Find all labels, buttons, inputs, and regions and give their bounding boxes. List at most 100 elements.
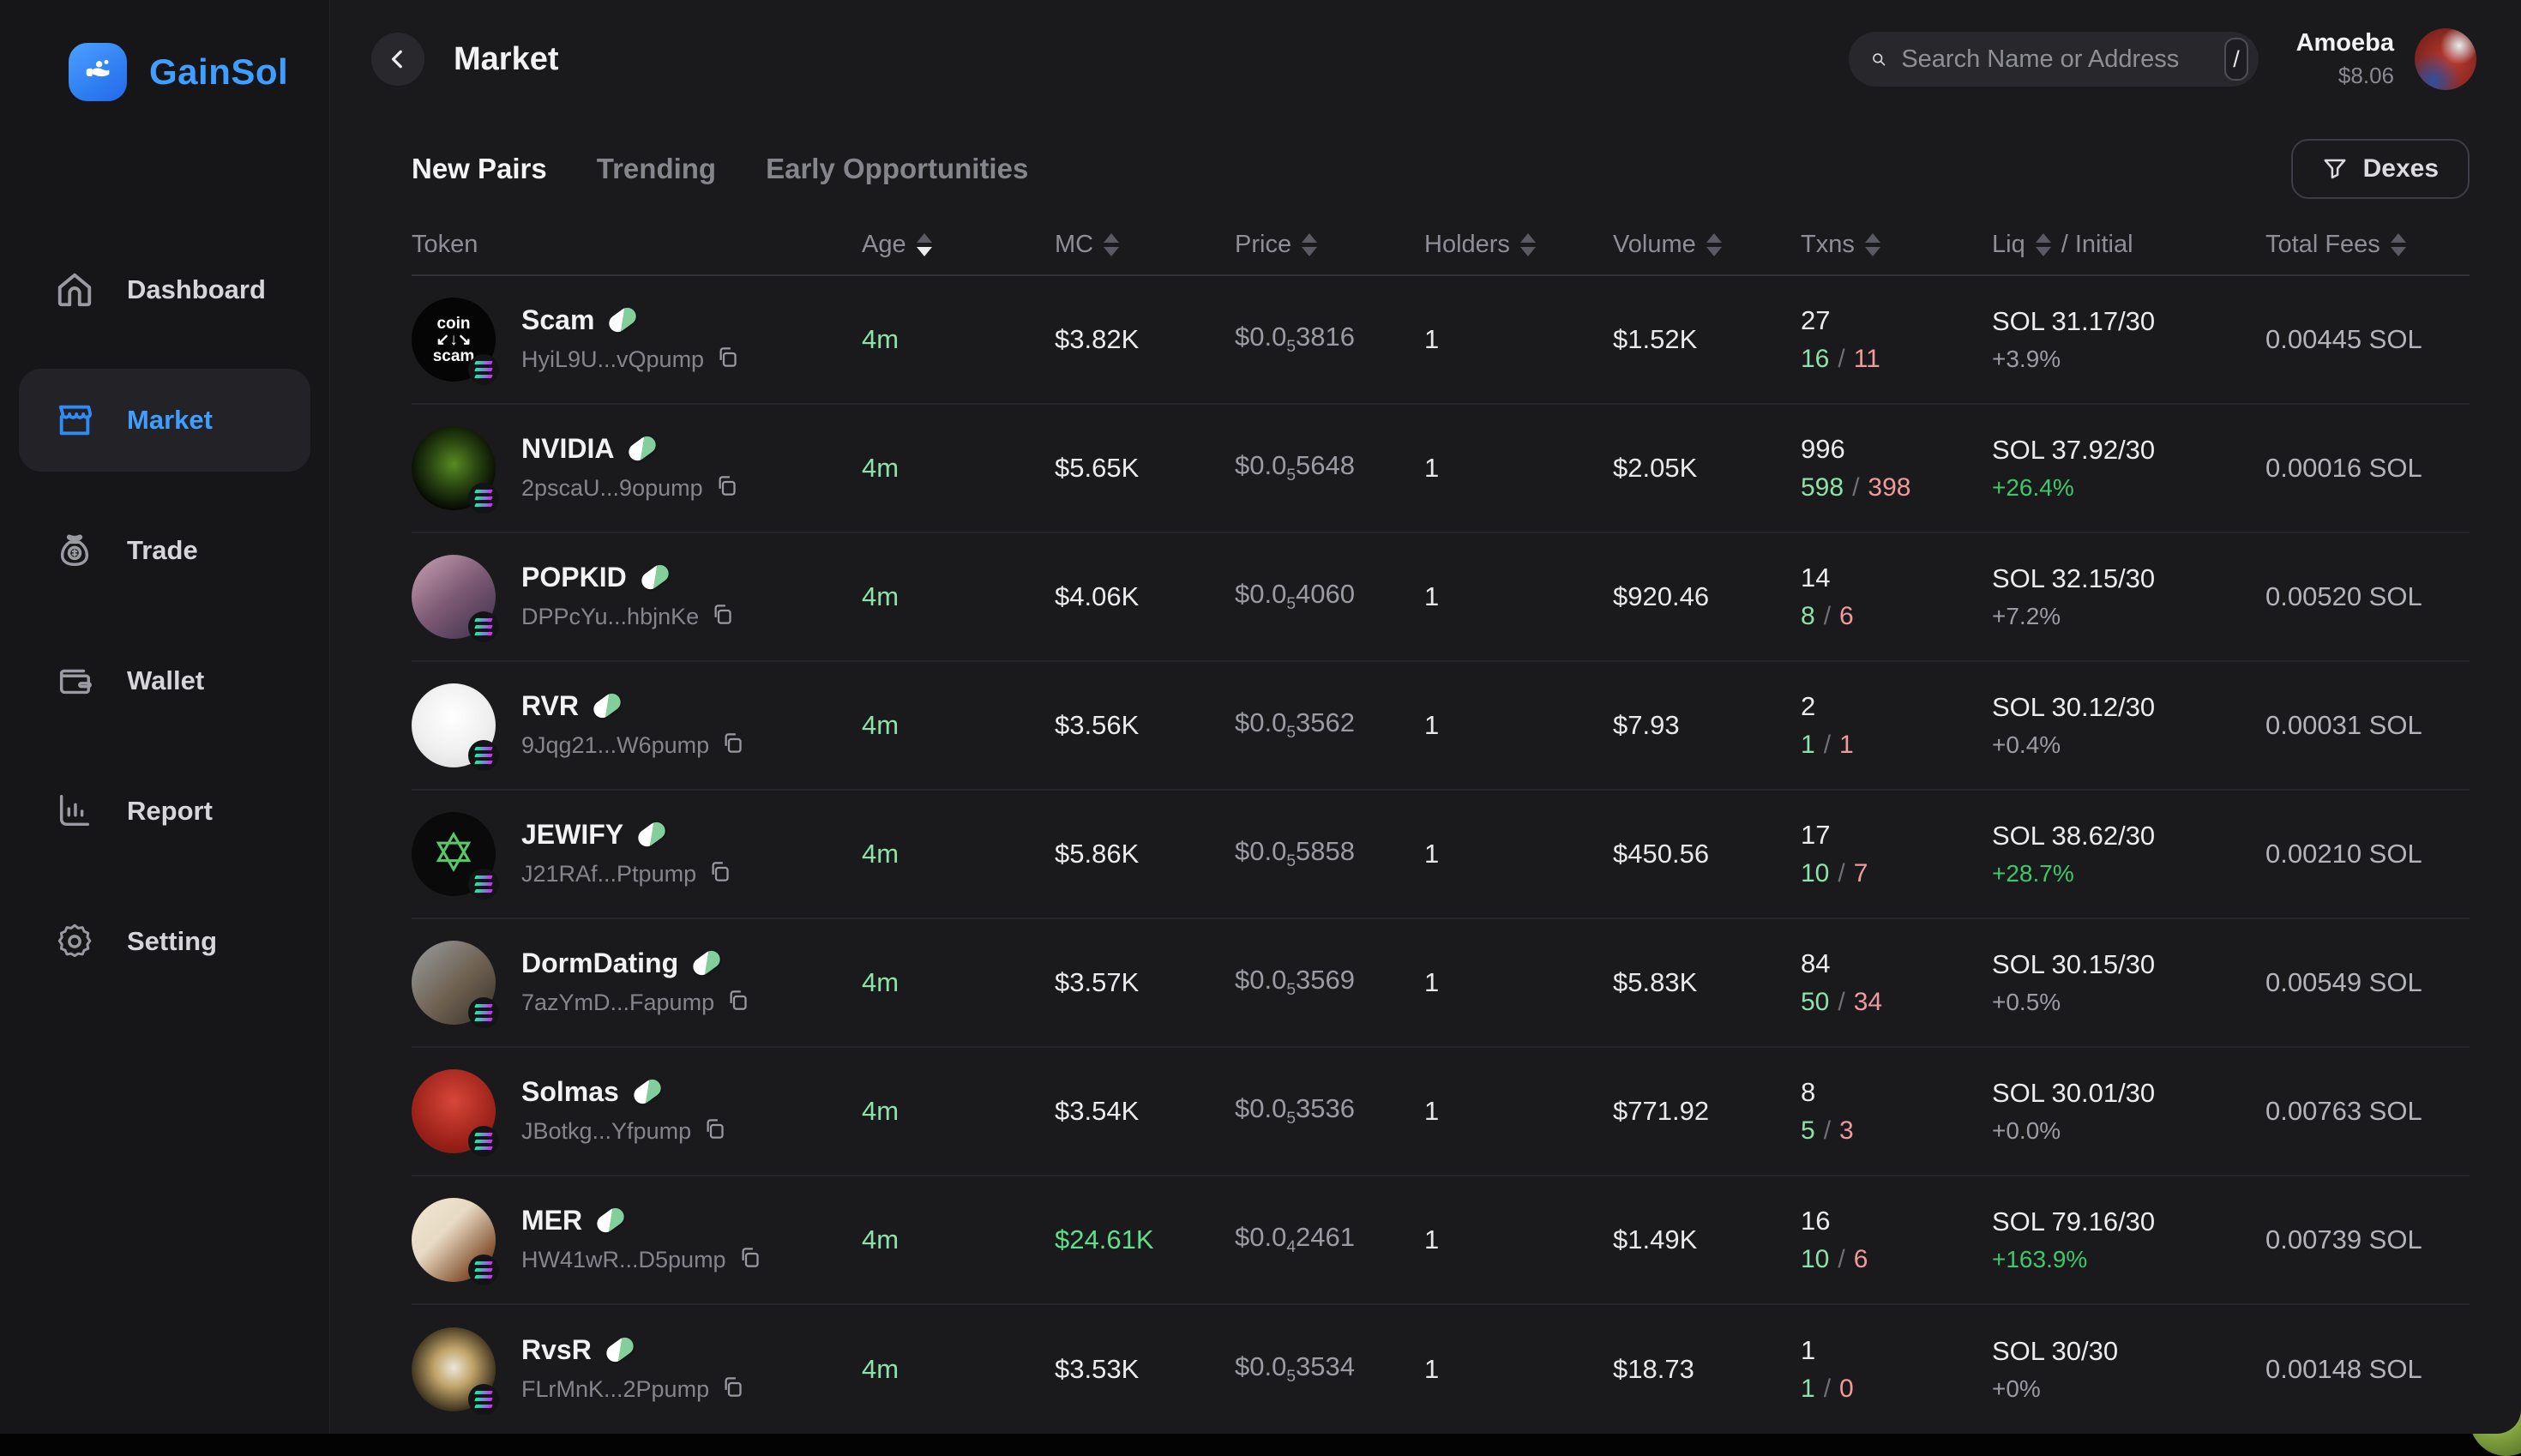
fees-cell: 0.00739 SOL [2265,1224,2470,1255]
age-cell: 4m [862,453,1055,484]
token-name: JEWIFY [521,819,623,851]
sidebar-item-setting[interactable]: Setting [19,890,310,993]
sidebar-item-dashboard[interactable]: Dashboard [19,238,310,341]
age-cell: 4m [862,1096,1055,1127]
copy-icon[interactable] [715,473,738,504]
solana-badge-icon [468,1254,499,1285]
mc-cell: $3.54K [1055,1096,1235,1127]
liq-cell: SOL 79.16/30+163.9% [1992,1206,2265,1273]
volume-cell: $771.92 [1613,1096,1801,1127]
sidebar-item-trade[interactable]: Trade [19,499,310,602]
app-name: GainSol [149,51,288,93]
txns-cell: 996598/398 [1801,434,1992,502]
sort-icon [2391,233,2406,256]
copy-icon[interactable] [738,1245,761,1276]
table-row[interactable]: coin ↙↓↘ scam Scam HyiL9U...vQpump 4m $3… [412,276,2470,405]
col-header-price[interactable]: Price [1235,231,1424,259]
fees-cell: 0.00016 SOL [2265,453,2470,484]
copy-icon[interactable] [703,1116,726,1147]
sidebar-item-wallet[interactable]: Wallet [19,629,310,732]
txns-cell: 85/3 [1801,1077,1992,1146]
app-logo[interactable]: GainSol [19,43,310,101]
age-cell: 4m [862,1224,1055,1255]
holders-cell: 1 [1424,710,1613,741]
sidebar-item-label: Setting [127,926,217,957]
copy-icon[interactable] [721,731,744,761]
col-header-mc[interactable]: MC [1055,231,1235,259]
search-input[interactable] [1901,45,2224,74]
table-header-row: Token Age MC Price Holders Volume Txns L… [412,214,2470,276]
fees-cell: 0.00763 SOL [2265,1096,2470,1127]
age-cell: 4m [862,581,1055,612]
token-name: RvsR [521,1334,592,1366]
tab-new-pairs[interactable]: New Pairs [412,153,547,185]
token-name: RVR [521,690,579,722]
user-info: Amoeba $8.06 [2296,29,2394,89]
table-row[interactable]: MER HW41wR...D5pump 4m $24.61K $0.042461… [412,1176,2470,1305]
txns-cell: 8450/34 [1801,948,1992,1017]
token-name: MER [521,1205,582,1236]
col-header-liq-initial[interactable]: Liq/ Initial [1992,231,2265,259]
search-bar[interactable]: / [1849,32,2259,87]
fees-cell: 0.00148 SOL [2265,1354,2470,1385]
fees-cell: 0.00031 SOL [2265,710,2470,741]
solana-badge-icon [468,1384,499,1415]
token-avatar [412,683,496,767]
table-row[interactable]: DormDating 7azYmD...Fapump 4m $3.57K $0.… [412,919,2470,1048]
copy-icon[interactable] [726,988,749,1019]
mc-cell: $3.82K [1055,324,1235,355]
col-header-holders[interactable]: Holders [1424,231,1613,259]
money-bag-icon [55,531,94,570]
liq-cell: SOL 31.17/30+3.9% [1992,306,2265,373]
tab-early-opportunities[interactable]: Early Opportunities [766,153,1028,185]
sidebar-item-market[interactable]: Market [19,369,310,472]
token-address: DPPcYu...hbjnKe [521,604,699,630]
liq-cell: SOL 37.92/30+26.4% [1992,435,2265,502]
token-name: POPKID [521,562,627,593]
home-icon [55,270,94,310]
table-row[interactable]: Solmas JBotkg...Yfpump 4m $3.54K $0.0535… [412,1048,2470,1176]
holders-cell: 1 [1424,1354,1613,1385]
table-row[interactable]: ✡ JEWIFY J21RAf...Ptpump 4m $5.86K $0.05… [412,791,2470,919]
token-name: Solmas [521,1076,619,1108]
age-cell: 4m [862,839,1055,869]
table-row[interactable]: POPKID DPPcYu...hbjnKe 4m $4.06K $0.0540… [412,533,2470,662]
user-balance: $8.06 [2296,63,2394,89]
copy-icon[interactable] [721,1375,744,1405]
solana-badge-icon [468,740,499,771]
copy-icon[interactable] [716,345,739,376]
volume-cell: $920.46 [1613,581,1801,612]
age-cell: 4m [862,1354,1055,1385]
dexes-filter-button[interactable]: Dexes [2291,139,2470,199]
holders-cell: 1 [1424,1096,1613,1127]
copy-icon[interactable] [711,602,734,633]
holders-cell: 1 [1424,453,1613,484]
table-row[interactable]: RVR 9Jqg21...W6pump 4m $3.56K $0.053562 … [412,662,2470,791]
fees-cell: 0.00210 SOL [2265,839,2470,869]
col-header-txns[interactable]: Txns [1801,231,1992,259]
col-header-total-fees[interactable]: Total Fees [2265,231,2470,259]
top-bar: Market / Amoeba $8.06 [330,0,2521,118]
copy-icon[interactable] [708,859,731,890]
sidebar-item-report[interactable]: Report [19,760,310,863]
user-avatar[interactable] [2415,28,2476,90]
mc-cell: $5.65K [1055,453,1235,484]
tab-trending[interactable]: Trending [597,153,716,185]
sort-icon [1520,233,1536,256]
desktop-stage: GainSol Dashboard Market Trade Wallet Re… [0,0,2521,1434]
table-row[interactable]: RvsR FLrMnK...2Ppump 4m $3.53K $0.053534… [412,1305,2470,1434]
slash-shortcut-key: / [2224,38,2247,81]
sidebar-item-label: Trade [127,535,198,566]
table-row[interactable]: NVIDIA 2pscaU...9opump 4m $5.65K $0.0556… [412,405,2470,533]
pump-pill-icon [638,562,671,593]
col-header-volume[interactable]: Volume [1613,231,1801,259]
price-cell: $0.053536 [1235,1093,1424,1128]
col-header-age[interactable]: Age [862,231,1055,259]
price-cell: $0.042461 [1235,1222,1424,1257]
dexes-label: Dexes [2363,154,2439,184]
pairs-table: Token Age MC Price Holders Volume Txns L… [330,214,2521,1434]
sort-icon [917,233,932,256]
solana-badge-icon [468,997,499,1028]
back-button[interactable] [371,33,424,86]
fees-cell: 0.00549 SOL [2265,967,2470,998]
